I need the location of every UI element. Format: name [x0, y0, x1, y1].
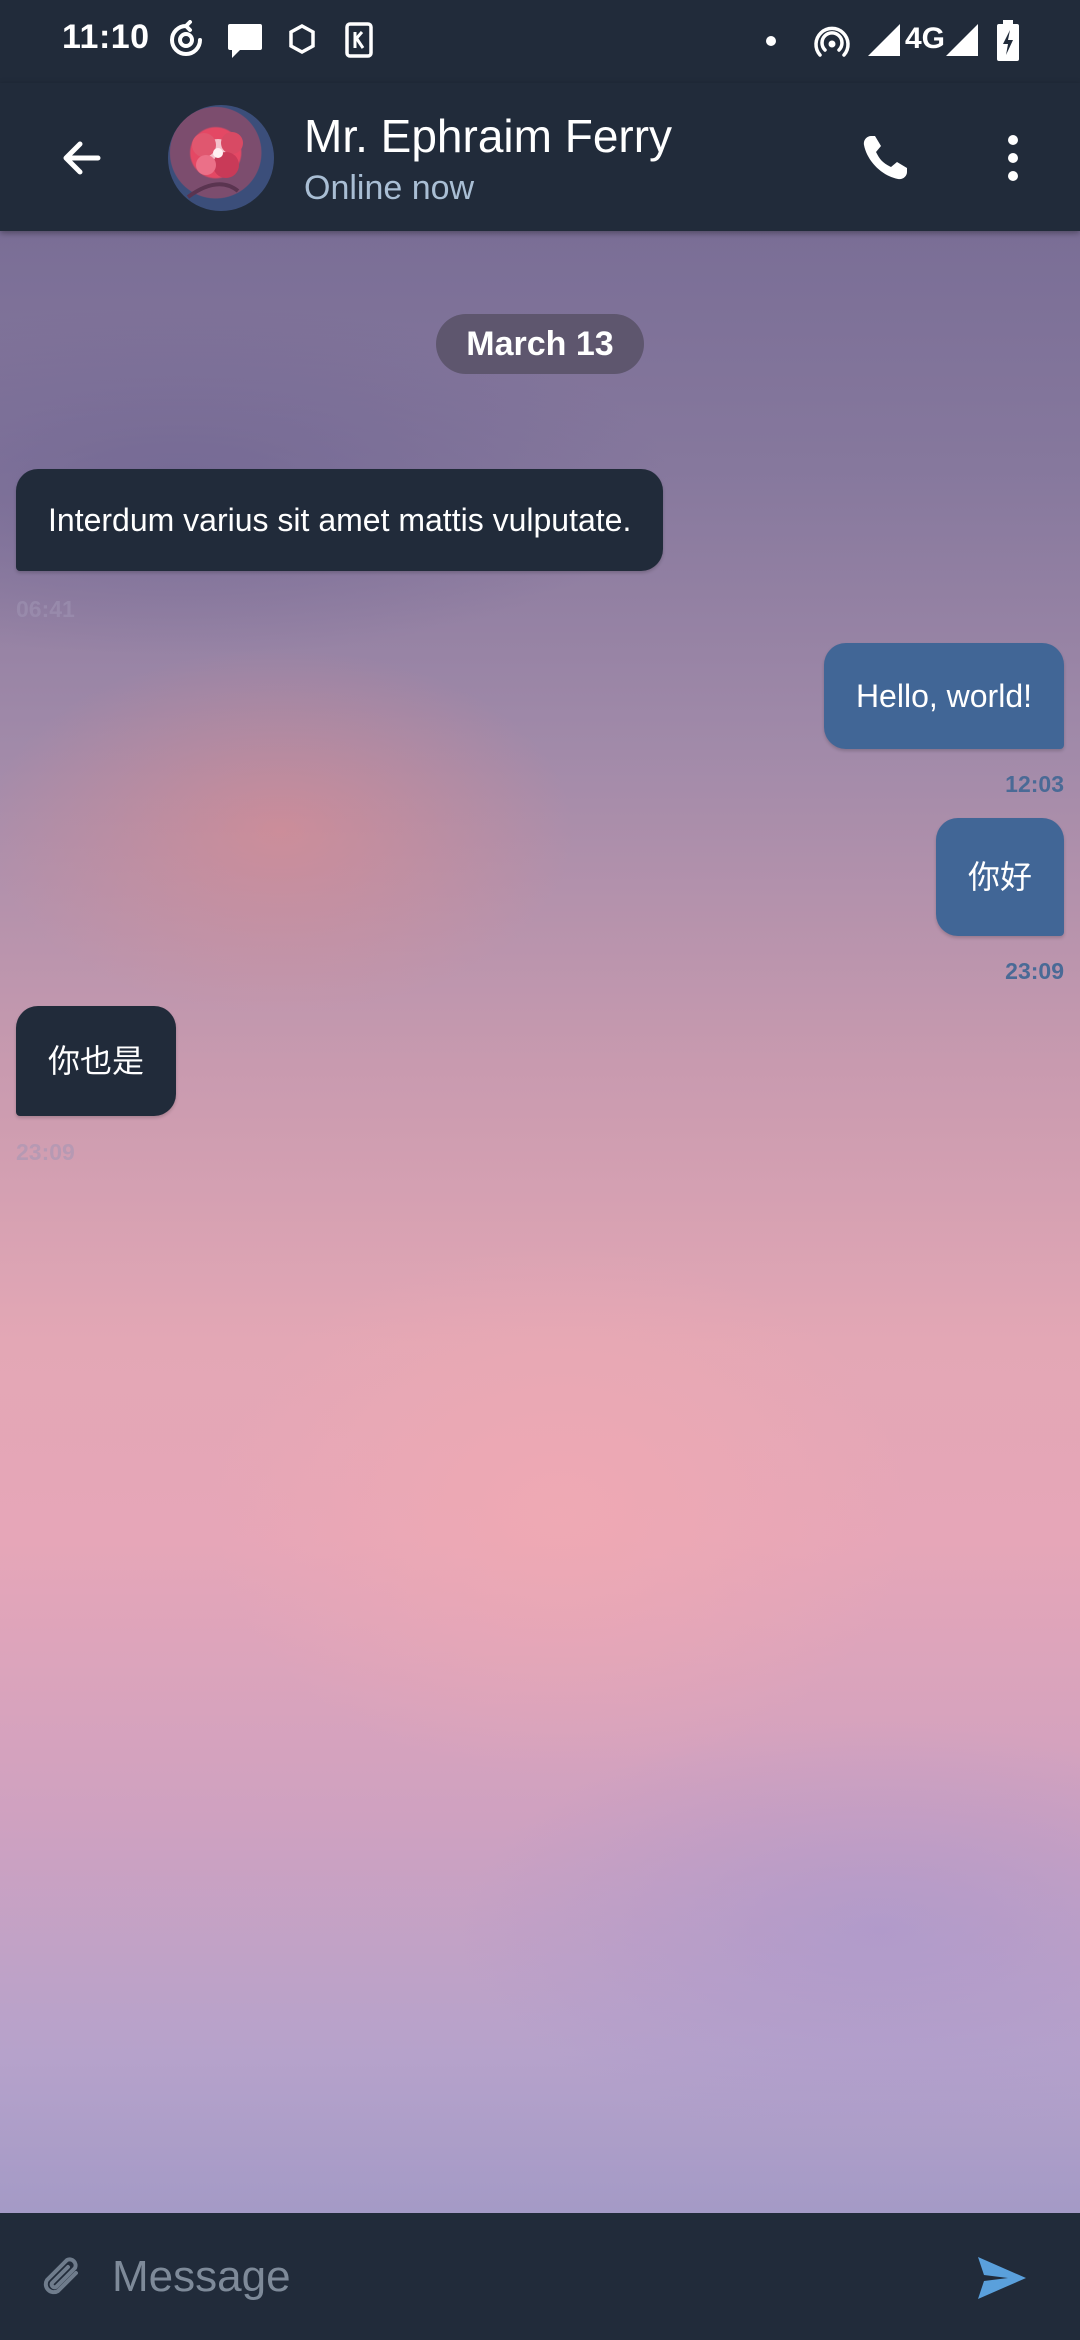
- avatar-flower-image: [186, 132, 243, 199]
- back-button[interactable]: [52, 128, 112, 188]
- date-chip: March 13: [436, 314, 644, 374]
- message-text: 你好: [967, 859, 1032, 895]
- avatar[interactable]: [168, 105, 274, 211]
- message-text: Interdum varius sit amet mattis vulputat…: [48, 502, 632, 538]
- message-text: 你也是: [48, 1043, 145, 1079]
- dot-icon: [766, 36, 776, 46]
- message-time: 23:09: [1005, 958, 1064, 984]
- message-time: 12:03: [1005, 771, 1064, 797]
- incoming-message-bubble[interactable]: Interdum varius sit amet mattis vulputat…: [16, 469, 664, 571]
- hexagon-app-icon: [289, 24, 315, 54]
- incoming-message-bubble[interactable]: 你也是: [16, 1006, 177, 1116]
- outgoing-message-bubble[interactable]: Hello, world!: [823, 643, 1064, 749]
- sync-icon: [170, 20, 202, 56]
- message-time: 23:09: [16, 1139, 75, 1165]
- send-icon[interactable]: [974, 2253, 1030, 2303]
- message-input[interactable]: [110, 2237, 954, 2317]
- status-time: 11:10: [62, 18, 150, 56]
- phone-icon[interactable]: [855, 128, 915, 188]
- message-time: 06:41: [16, 596, 75, 622]
- outgoing-message-bubble[interactable]: 你好: [935, 818, 1064, 936]
- battery-charging-icon: [997, 20, 1019, 61]
- status-bar: 11:10 4G: [0, 0, 1080, 83]
- more-vertical-icon[interactable]: [988, 128, 1038, 188]
- message-text: Hello, world!: [855, 678, 1032, 714]
- chat-header: Mr. Ephraim Ferry Online now: [0, 83, 1080, 231]
- network-type: 4G: [905, 22, 946, 55]
- message-notification-icon: [228, 24, 262, 58]
- hotspot-icon: [814, 26, 850, 57]
- k-app-icon: [345, 22, 373, 58]
- contact-status: Online now: [304, 169, 475, 207]
- contact-name[interactable]: Mr. Ephraim Ferry: [304, 109, 672, 163]
- message-composer: [0, 2213, 1080, 2340]
- signal-icon: [868, 24, 900, 56]
- signal-icon: [946, 24, 978, 56]
- chat-messages-area[interactable]: March 13 Interdum varius sit amet mattis…: [0, 231, 1080, 2213]
- paperclip-icon[interactable]: [36, 2251, 92, 2307]
